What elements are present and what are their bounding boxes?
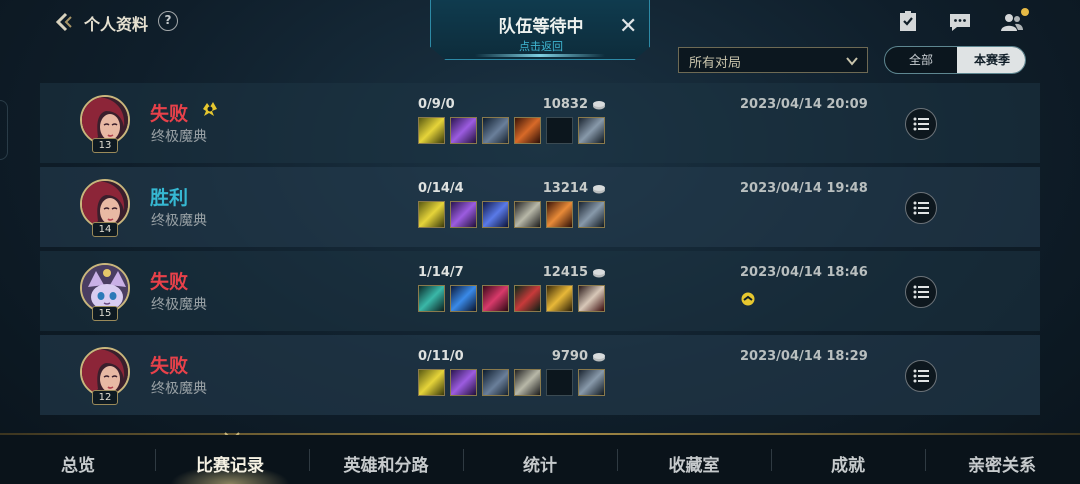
tab-relationships[interactable]: 亲密关系	[956, 451, 1048, 476]
item-slot[interactable]	[482, 285, 509, 312]
list-icon	[913, 117, 929, 131]
match-type-select[interactable]: 所有对局	[678, 47, 868, 73]
item-slot[interactable]	[450, 285, 477, 312]
item-slot[interactable]	[450, 369, 477, 396]
notification-dot	[1021, 8, 1029, 16]
match-date: 2023/04/14 18:29	[740, 349, 868, 364]
tab-champions-and-roles[interactable]: 英雄和分路	[326, 451, 446, 476]
list-icon	[913, 201, 929, 215]
season-toggle[interactable]: 全部 本赛季	[884, 46, 1026, 74]
queue-progress-line	[475, 54, 605, 57]
match-row[interactable]: 13 失败 终极魔典 0/9/0 10832 2023/04/14 20:09	[40, 83, 1040, 163]
item-slot[interactable]	[418, 369, 445, 396]
segment-all[interactable]: 全部	[885, 47, 957, 73]
match-result: 失败	[150, 271, 189, 293]
mvp-badge-icon	[203, 102, 217, 116]
item-slot-empty[interactable]	[546, 117, 573, 144]
queue-banner[interactable]: 队伍等待中 点击返回 ✕	[430, 0, 650, 60]
item-slot[interactable]	[514, 285, 541, 312]
tab-separator	[309, 449, 310, 471]
match-date: 2023/04/14 18:46	[740, 265, 868, 280]
honor-icon	[741, 292, 755, 306]
gold-earned: 13214	[542, 181, 588, 196]
champion-level: 12	[92, 390, 118, 405]
gold-coins-icon	[593, 185, 605, 194]
item-slot[interactable]	[418, 285, 445, 312]
game-mode: 终极魔典	[151, 129, 207, 145]
gold-coins-icon	[593, 353, 605, 362]
match-details-button[interactable]	[905, 276, 937, 308]
match-details-button[interactable]	[905, 192, 937, 224]
queue-title: 队伍等待中	[498, 17, 584, 37]
bottom-nav: 总览 比赛记录 英雄和分路 统计 收藏室 成就 亲密关系	[0, 435, 1080, 484]
list-icon	[913, 285, 929, 299]
champion-level: 13	[92, 138, 118, 153]
list-icon	[913, 369, 929, 383]
checklist-icon[interactable]	[896, 10, 920, 34]
tab-separator	[925, 449, 926, 471]
trinket-slot[interactable]	[578, 201, 605, 228]
game-mode: 终极魔典	[151, 381, 207, 397]
match-details-button[interactable]	[905, 108, 937, 140]
tab-statistics[interactable]: 统计	[500, 451, 580, 476]
trinket-slot[interactable]	[578, 369, 605, 396]
gold-earned: 12415	[542, 265, 588, 280]
tab-separator	[155, 449, 156, 471]
back-arrow-icon[interactable]	[52, 10, 76, 34]
tab-separator	[463, 449, 464, 471]
close-icon[interactable]: ✕	[619, 14, 637, 39]
match-result: 失败	[150, 355, 189, 377]
gold-earned: 9790	[551, 349, 588, 364]
champion-level: 14	[92, 222, 118, 237]
match-details-button[interactable]	[905, 360, 937, 392]
match-row[interactable]: 14 胜利 终极魔典 0/14/4 13214 2023/04/14 19:48	[40, 167, 1040, 247]
item-slot[interactable]	[450, 117, 477, 144]
match-result: 胜利	[150, 187, 189, 209]
game-mode: 终极魔典	[151, 297, 207, 313]
item-slot[interactable]	[482, 369, 509, 396]
match-type-value: 所有对局	[689, 56, 742, 71]
item-slot[interactable]	[418, 117, 445, 144]
tab-overview[interactable]: 总览	[40, 451, 116, 476]
match-date: 2023/04/14 20:09	[740, 97, 868, 112]
item-slot[interactable]	[418, 201, 445, 228]
item-slot[interactable]	[482, 201, 509, 228]
tab-collection[interactable]: 收藏室	[654, 451, 734, 476]
queue-return-link[interactable]: 点击返回	[431, 38, 650, 54]
kda: 0/11/0	[418, 349, 464, 364]
item-slot[interactable]	[514, 369, 541, 396]
kda: 0/14/4	[418, 181, 464, 196]
kda: 1/14/7	[418, 265, 464, 280]
match-result: 失败	[150, 103, 189, 125]
gold-coins-icon	[593, 269, 605, 278]
page-title: 个人资料	[84, 15, 149, 34]
segment-this-season[interactable]: 本赛季	[957, 47, 1025, 73]
trinket-slot[interactable]	[578, 285, 605, 312]
item-slot[interactable]	[514, 117, 541, 144]
chat-icon[interactable]	[948, 10, 972, 34]
tab-separator	[617, 449, 618, 471]
item-slot[interactable]	[546, 285, 573, 312]
match-row[interactable]: 12 失败 终极魔典 0/11/0 9790 2023/04/14 18:29	[40, 335, 1040, 415]
tab-match-history[interactable]: 比赛记录	[180, 451, 280, 476]
match-date: 2023/04/14 19:48	[740, 181, 868, 196]
champion-level: 15	[92, 306, 118, 321]
item-slot[interactable]	[514, 201, 541, 228]
tab-achievements[interactable]: 成就	[808, 451, 888, 476]
kda: 0/9/0	[418, 97, 455, 112]
chevron-down-icon	[846, 57, 858, 66]
gold-earned: 10832	[542, 97, 588, 112]
side-decoration	[0, 100, 8, 160]
trinket-slot[interactable]	[578, 117, 605, 144]
item-slot[interactable]	[450, 201, 477, 228]
item-slot-empty[interactable]	[546, 369, 573, 396]
item-slot[interactable]	[546, 201, 573, 228]
gold-coins-icon	[593, 101, 605, 110]
match-row[interactable]: 15 失败 终极魔典 1/14/7 12415 2023/04/14 18:46	[40, 251, 1040, 331]
tab-separator	[771, 449, 772, 471]
help-icon[interactable]: ?	[158, 11, 178, 31]
game-mode: 终极魔典	[151, 213, 207, 229]
item-slot[interactable]	[482, 117, 509, 144]
